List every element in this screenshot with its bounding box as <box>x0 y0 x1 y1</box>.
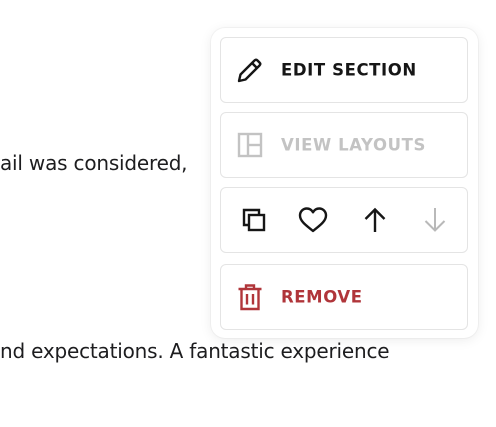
arrow-up-icon <box>361 205 389 235</box>
section-context-menu: EDIT SECTION VIEW LAYOUTS REMOVE <box>211 28 478 338</box>
move-down-button[interactable] <box>418 203 452 237</box>
duplicate-button[interactable] <box>237 203 271 237</box>
move-up-button[interactable] <box>358 203 392 237</box>
arrow-down-icon <box>421 205 449 235</box>
duplicate-icon <box>239 205 269 235</box>
page-body-text: ail was considered, <box>0 151 188 175</box>
favorite-button[interactable] <box>296 203 330 237</box>
view-layouts-label: VIEW LAYOUTS <box>281 135 426 155</box>
trash-icon <box>235 282 265 312</box>
edit-section-label: EDIT SECTION <box>281 60 417 80</box>
view-layouts-button[interactable]: VIEW LAYOUTS <box>220 112 468 178</box>
section-actions-row <box>220 187 468 253</box>
heart-icon <box>297 205 329 235</box>
edit-section-button[interactable]: EDIT SECTION <box>220 37 468 103</box>
layout-icon <box>235 130 265 160</box>
remove-button[interactable]: REMOVE <box>220 264 468 330</box>
pencil-icon <box>235 55 265 85</box>
page-body-text: nd expectations. A fantastic experience <box>0 339 390 363</box>
remove-label: REMOVE <box>281 287 363 307</box>
